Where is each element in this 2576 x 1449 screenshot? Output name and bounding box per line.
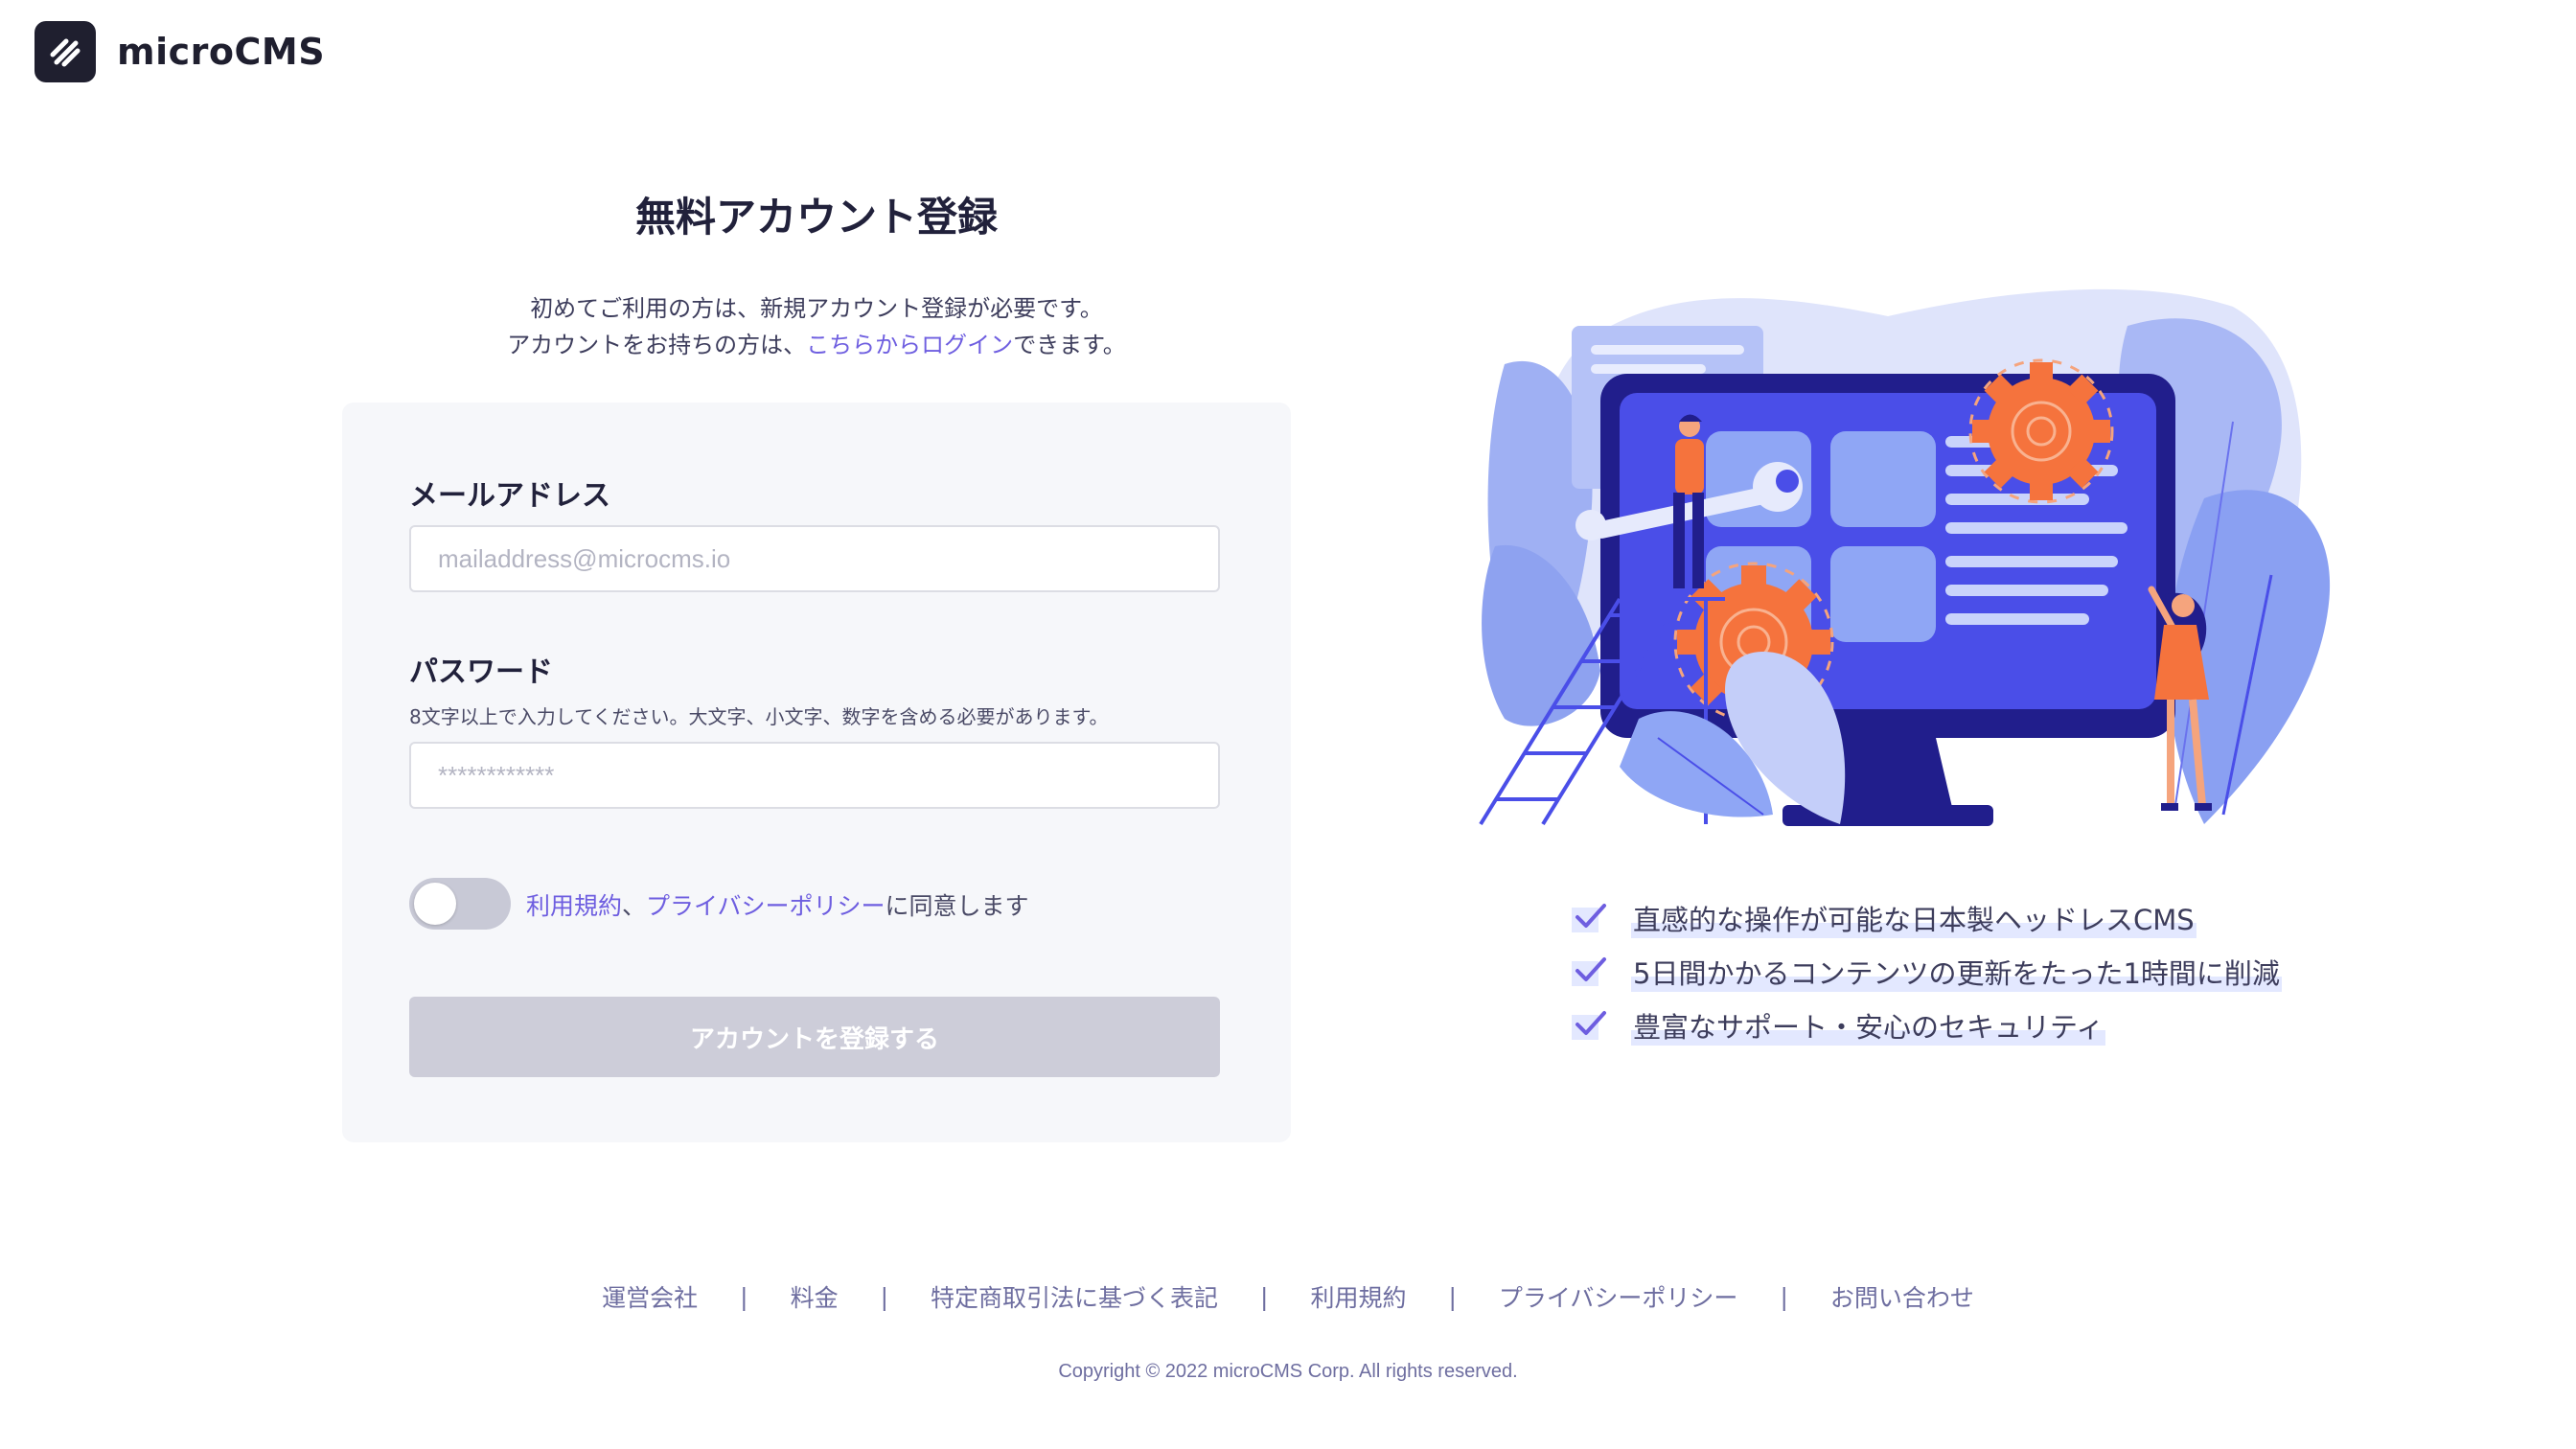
password-hint: 8文字以上で入力してください。大文字、小文字、数字を含める必要があります。 — [409, 705, 1109, 728]
consent-separator: 、 — [622, 892, 647, 920]
feature-text: 5日間かかるコンテンツの更新をたった1時間に削減 — [1631, 952, 2282, 992]
feature-item: 5日間かかるコンテンツの更新をたった1時間に削減 — [1572, 945, 2282, 999]
check-icon — [1572, 957, 1606, 986]
page-title: 無料アカウント登録 — [634, 194, 998, 241]
footer-link-pricing[interactable]: 料金 — [791, 1279, 839, 1314]
footer-nav: 運営会社 | 料金 | 特定商取引法に基づく表記 | 利用規約 | プライバシー… — [0, 1279, 2576, 1314]
footer-separator: | — [1448, 1282, 1457, 1311]
feature-item: 直感的な操作が可能な日本製ヘッドレスCMS — [1572, 891, 2282, 945]
privacy-policy-link[interactable]: プライバシーポリシー — [646, 892, 886, 920]
password-field[interactable] — [409, 742, 1220, 809]
footer-link-terms[interactable]: 利用規約 — [1310, 1279, 1406, 1314]
toggle-knob — [414, 883, 456, 925]
signup-form-card: メールアドレス パスワード 8文字以上で入力してください。大文字、小文字、数字を… — [342, 402, 1291, 1142]
footer-separator: | — [740, 1282, 748, 1311]
hero-illustration — [1476, 268, 2358, 843]
microcms-logo-icon — [34, 21, 96, 82]
logo[interactable]: microCMS — [34, 21, 325, 82]
footer-link-company[interactable]: 運営会社 — [602, 1279, 698, 1314]
intro-text: 初めてご利用の方は、新規アカウント登録が必要です。 アカウントをお持ちの方は、こ… — [342, 290, 1291, 363]
intro-line-2-suffix: できます。 — [1013, 332, 1126, 358]
consent-toggle[interactable] — [409, 878, 511, 930]
footer-link-commercial-law[interactable]: 特定商取引法に基づく表記 — [931, 1279, 1218, 1314]
check-icon — [1572, 904, 1606, 932]
feature-text: 豊富なサポート・安心のセキュリティ — [1631, 1005, 2106, 1046]
feature-text: 直感的な操作が可能な日本製ヘッドレスCMS — [1631, 898, 2196, 938]
feature-list: 直感的な操作が可能な日本製ヘッドレスCMS 5日間かかるコンテンツの更新をたった… — [1572, 891, 2282, 1052]
footer-separator: | — [1780, 1282, 1788, 1311]
terms-link[interactable]: 利用規約 — [526, 892, 622, 920]
consent-suffix: に同意します — [885, 892, 1029, 920]
footer-separator: | — [1260, 1282, 1269, 1311]
computer-workers-illustration — [1479, 288, 2331, 826]
footer-link-contact[interactable]: お問い合わせ — [1830, 1279, 1974, 1314]
login-link[interactable]: こちらからログイン — [806, 332, 1013, 358]
email-field[interactable] — [409, 525, 1220, 592]
logo-text: microCMS — [117, 31, 326, 73]
footer-link-privacy[interactable]: プライバシーポリシー — [1499, 1279, 1738, 1314]
check-icon — [1572, 1011, 1606, 1040]
consent-text: 利用規約、プライバシーポリシーに同意します — [526, 887, 1029, 922]
password-label: パスワード — [409, 656, 553, 689]
feature-item: 豊富なサポート・安心のセキュリティ — [1572, 999, 2282, 1052]
email-label: メールアドレス — [409, 479, 610, 513]
footer-separator: | — [880, 1282, 889, 1311]
intro-line-2: アカウントをお持ちの方は、こちらからログインできます。 — [342, 327, 1291, 363]
copyright: Copyright © 2022 microCMS Corp. All righ… — [1058, 1361, 1518, 1382]
register-account-button[interactable]: アカウントを登録する — [409, 997, 1220, 1077]
signup-header: 無料アカウント登録 初めてご利用の方は、新規アカウント登録が必要です。 アカウン… — [342, 187, 1291, 363]
intro-line-2-prefix: アカウントをお持ちの方は、 — [507, 332, 807, 358]
intro-line-1: 初めてご利用の方は、新規アカウント登録が必要です。 — [530, 295, 1103, 322]
